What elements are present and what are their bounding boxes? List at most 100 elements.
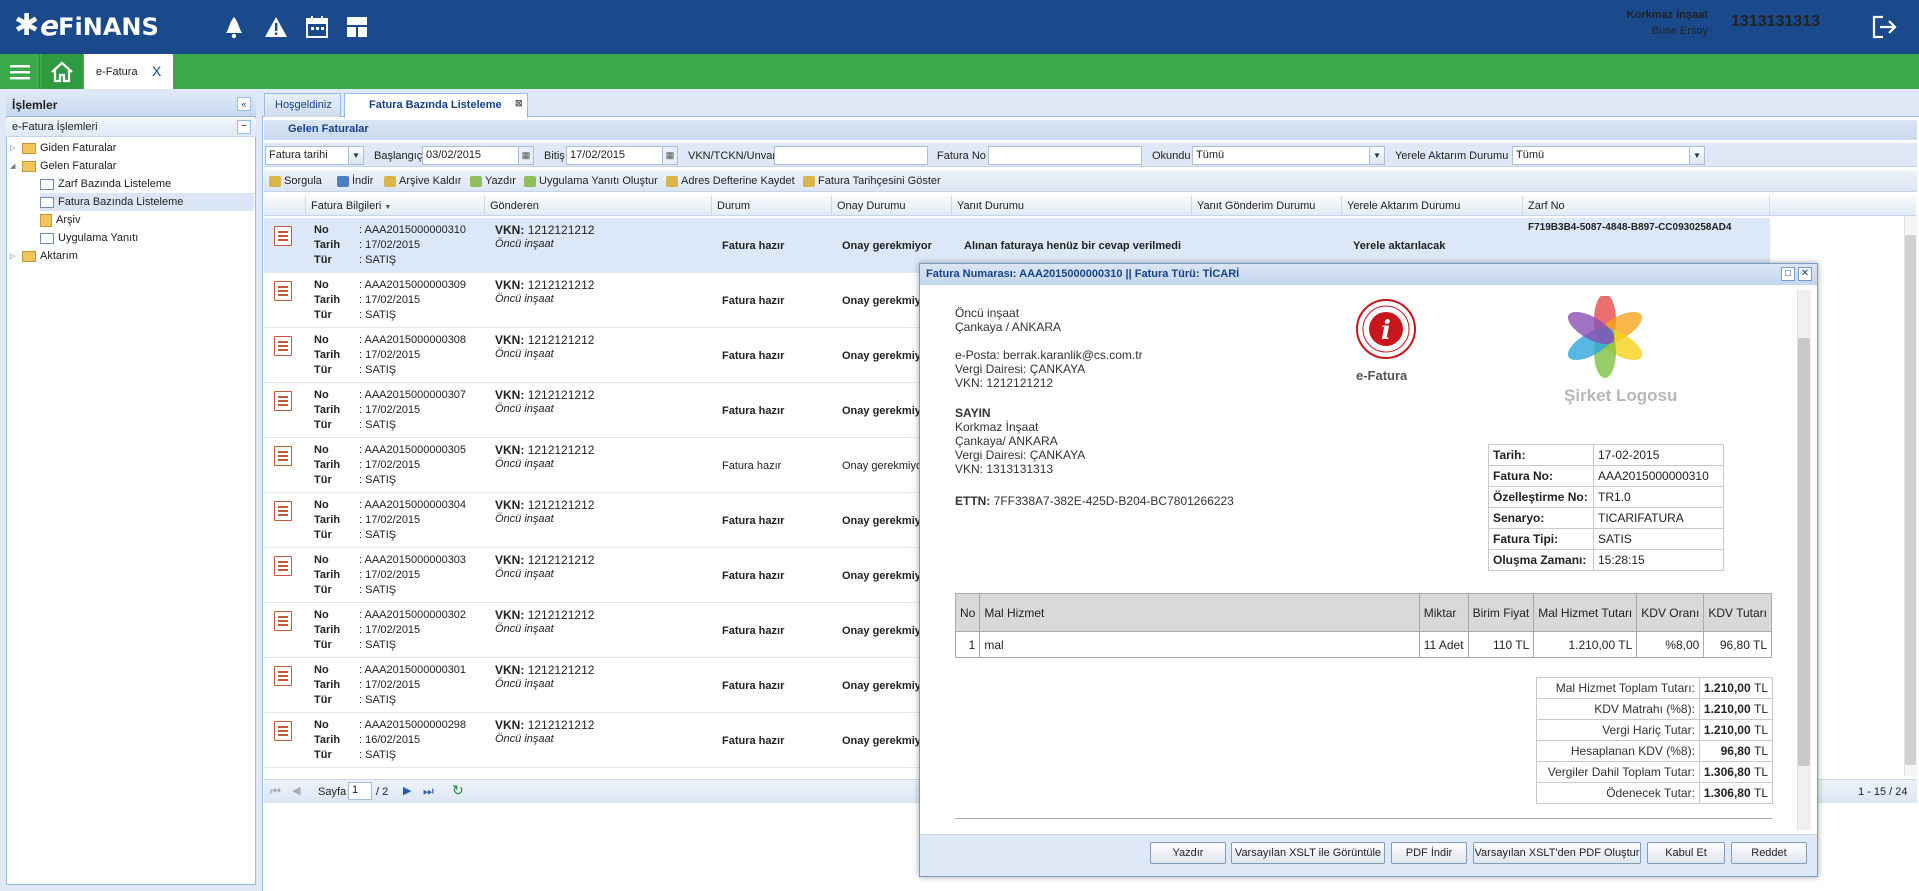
start-date-field[interactable]: 03/02/2015 ▦ [422,146,534,165]
close-tab-icon[interactable]: ⊠ [515,98,523,109]
tree-item-giden-faturalar[interactable]: ▷ Giden Faturalar [10,139,116,157]
line-header-cell: KDV Tutarı [1703,593,1772,632]
first-page-icon[interactable]: ⏮ [270,784,281,799]
vkn-field[interactable] [774,146,928,165]
efatura-module-tab[interactable]: e-Fatura X [84,54,173,89]
refresh-icon[interactable]: ↻ [452,782,464,799]
grid-header-onay-durumu[interactable]: Onay Durumu [832,196,952,216]
invoice-document: Öncü inşaat Çankaya / ANKARA e-Posta: be… [926,290,1797,830]
tree-collapse-icon[interactable]: ◢ [10,162,20,170]
dashboard-icon[interactable] [342,12,372,42]
grid-header-yanit-durumu[interactable]: Yanıt Durumu [952,196,1192,216]
bell-icon[interactable] [219,12,249,42]
warning-icon[interactable] [261,12,291,42]
grid-header-yerele-aktarim[interactable]: Yerele Aktarım Durumu [1342,196,1523,216]
tree-item-aktarim[interactable]: ▷ Aktarım [10,247,78,265]
print-button[interactable]: Yazdır [1150,842,1226,864]
aktarim-select[interactable]: Tümü ▼ [1512,146,1705,165]
buyer-tax-office: Vergi Dairesi: ÇANKAYA [955,448,1086,462]
invoice-no: : AAA2015000000304 [359,499,467,511]
close-module-tab-icon[interactable]: X [152,63,161,79]
accept-button[interactable]: Kabul Et [1647,842,1725,864]
sorgula-button[interactable]: Sorgula [269,172,322,190]
folder-open-icon [22,160,36,172]
collapse-panel-icon[interactable]: « [237,97,251,111]
grid-header-durum[interactable]: Durum [712,196,832,216]
invoice-type: : SATIŞ [359,419,397,431]
grid-header-gonderen[interactable]: Gönderen [485,196,712,216]
page-label: Sayfa [318,786,347,798]
next-page-icon[interactable]: ▶ [403,784,411,797]
arsive-kaldir-button[interactable]: Arşive Kaldır [384,172,461,190]
invoice-doc-icon[interactable] [274,501,292,521]
sender-name: Öncü inşaat [495,678,554,690]
calendar-picker-icon[interactable]: ▦ [518,147,533,164]
last-page-icon[interactable]: ⏭ [423,784,434,799]
calendar-icon[interactable] [302,12,332,42]
end-date-field[interactable]: 17/02/2015 ▦ [566,146,678,165]
calendar-picker-icon[interactable]: ▦ [662,147,677,164]
fatura-no-field[interactable] [988,146,1142,165]
grid-scrollbar-thumb[interactable] [1905,235,1916,765]
folder-icon [22,250,36,262]
aktarim-label: Yerele Aktarım Durumu [1395,150,1509,162]
invoice-no: : AAA2015000000302 [359,609,467,621]
download-icon [337,175,349,187]
page-number-field[interactable]: 1 [348,782,372,800]
invoice-doc-icon[interactable] [274,226,292,246]
xslt-pdf-button[interactable]: Varsayılan XSLT'den PDF Oluştur [1473,842,1641,864]
hamburger-menu-icon[interactable] [0,54,40,89]
tree-expand-icon[interactable]: ▷ [10,252,20,260]
tree-item-gelen-faturalar[interactable]: ◢ Gelen Faturalar [10,157,116,175]
indir-button[interactable]: İndir [337,172,373,190]
invoice-doc-icon[interactable] [274,391,292,411]
invoice-doc-icon[interactable] [274,721,292,741]
invoice-date: : 17/02/2015 [359,679,421,691]
approval-status: Onay gerekmiy [842,350,921,362]
invoice-no: : AAA2015000000301 [359,664,467,676]
date-type-select[interactable]: Fatura tarihi ▼ [265,146,364,165]
pager-range: 1 - 15 / 24 [1858,786,1908,798]
tree-expand-icon[interactable]: ▷ [10,144,20,152]
invoice-doc-icon[interactable] [274,446,292,466]
efinans-logo[interactable]: ✱eFiNANS [14,8,159,43]
user-name: Buse Ersoy [1651,25,1708,37]
grid-header-zarf-no[interactable]: Zarf No [1523,196,1770,216]
logout-icon[interactable] [1868,12,1900,42]
adres-defteri-button[interactable]: Adres Defterine Kaydet [666,172,795,190]
tree-item-zarf-bazinda[interactable]: Zarf Bazında Listeleme [40,175,254,193]
uygulama-yaniti-button[interactable]: Uygulama Yanıtı Oluştur [524,172,658,190]
reject-button[interactable]: Reddet [1731,842,1807,864]
tree-item-arsiv[interactable]: Arşiv [40,211,80,229]
maximize-icon[interactable]: □ [1781,267,1795,281]
address-book-icon [666,175,678,187]
pdf-download-button[interactable]: PDF İndir [1391,842,1467,864]
invoice-date: : 17/02/2015 [359,624,421,636]
grid-header-yanit-gonderim[interactable]: Yanıt Gönderim Durumu [1192,196,1342,216]
status: Fatura hazır [722,350,785,362]
tree-item-uygulama-yaniti[interactable]: Uygulama Yanıtı [40,229,138,247]
okundu-select[interactable]: Tümü ▼ [1192,146,1385,165]
sender-vkn: VKN: 1212121212 [495,663,595,677]
tab-fatura-bazinda-listeleme[interactable]: Fatura Bazında Listeleme ⊠ [344,93,528,118]
prev-page-icon[interactable]: ◀ [292,784,300,797]
home-icon[interactable] [42,54,82,89]
invoice-doc-icon[interactable] [274,556,292,576]
invoice-doc-icon[interactable] [274,611,292,631]
xslt-view-button[interactable]: Varsayılan XSLT ile Görüntüle [1231,842,1385,864]
tree-item-fatura-bazinda[interactable]: Fatura Bazında Listeleme [40,193,254,211]
collapse-section-icon[interactable]: − [237,120,251,134]
yazdir-button[interactable]: Yazdır [470,172,516,190]
invoice-doc-icon[interactable] [274,281,292,301]
fatura-tarihcesi-button[interactable]: Fatura Tarihçesini Göster [803,172,941,190]
close-icon[interactable]: ✕ [1798,267,1812,281]
invoice-scrollbar-thumb[interactable] [1798,338,1810,766]
sender-name: Öncü inşaat [495,238,554,250]
invoice-lines-table: No Mal Hizmet Miktar Birim Fiyat Mal Hizmet … [954,593,1772,658]
seller-address: Çankaya / ANKARA [955,320,1062,334]
grid-header-fatura-bilgileri[interactable]: Fatura Bilgileri ▼ [306,196,485,216]
invoice-doc-icon[interactable] [274,666,292,686]
invoice-doc-icon[interactable] [274,336,292,356]
tab-label: Fatura Bazında Listeleme [369,99,502,111]
tab-hosgeldiniz[interactable]: Hoşgeldiniz [264,93,341,117]
